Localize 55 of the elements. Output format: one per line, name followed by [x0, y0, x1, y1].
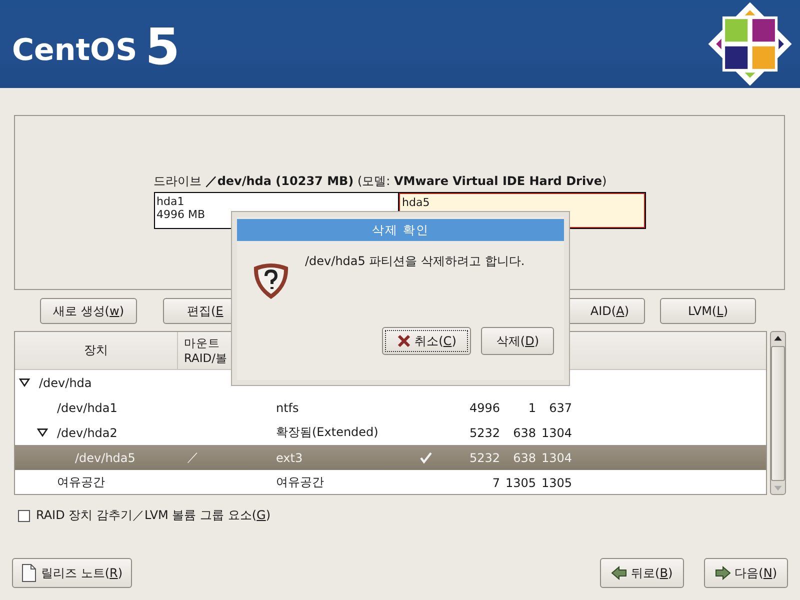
size-cell: 4996: [469, 400, 500, 414]
right-arrow-icon: [714, 566, 731, 580]
cross-icon: [396, 334, 411, 348]
table-row[interactable]: /dev/hda1 ntfs 4996 1 637: [15, 395, 766, 420]
release-notes-button[interactable]: 릴리즈 노트(R): [12, 558, 132, 588]
type-cell: 확장됨(Extended): [276, 424, 378, 441]
device-cell: /dev/hda: [39, 376, 92, 390]
expander-icon[interactable]: [37, 428, 48, 437]
end-cell: 1305: [541, 476, 572, 490]
checkbox-label[interactable]: RAID 장치 감추기／LVM 볼륨 그룹 요소(G): [36, 507, 271, 524]
delete-button[interactable]: 삭제(D): [481, 327, 554, 355]
table-row[interactable]: /dev/hda2 확장됨(Extended) 5232 638 1304: [15, 420, 766, 445]
device-cell: 여유공간: [57, 474, 105, 491]
emblem-icon: [708, 2, 792, 86]
action-button[interactable]: LVM(L): [660, 298, 756, 324]
start-cell: 638: [513, 450, 536, 464]
end-cell: 1304: [541, 426, 572, 440]
next-button[interactable]: 다음(N): [704, 558, 788, 588]
end-cell: 637: [549, 400, 572, 414]
end-cell: 1304: [541, 450, 572, 464]
size-cell: 5232: [469, 426, 500, 440]
logo-version: 5: [145, 22, 180, 72]
partition-name: hda1: [156, 195, 184, 208]
size-cell: 5232: [469, 450, 500, 464]
partition-size: 4996 MB: [156, 208, 206, 221]
size-cell: 7: [492, 476, 500, 490]
start-cell: 1: [528, 400, 536, 414]
logo-text: CentOS: [12, 36, 138, 66]
column-header[interactable]: 장치: [15, 332, 178, 369]
start-cell: 638: [513, 426, 536, 440]
scroll-thumb[interactable]: [771, 346, 785, 480]
expander-icon[interactable]: [19, 378, 30, 387]
scrollbar[interactable]: [770, 331, 786, 495]
question-icon: [251, 261, 291, 301]
dialog-title: 삭제 확인: [237, 219, 564, 241]
dialog-message: /dev/hda5 파티션을 삭제하려고 합니다.: [305, 253, 525, 270]
cancel-button[interactable]: 취소(C): [382, 327, 472, 355]
type-cell: ext3: [276, 450, 303, 464]
document-icon: [21, 563, 37, 583]
device-cell: /dev/hda5: [75, 450, 136, 464]
start-cell: 1305: [505, 476, 536, 490]
mount-cell: ／: [187, 449, 199, 466]
table-row[interactable]: 여유공간 여유공간 7 1305 1305: [15, 470, 766, 494]
partition-name: hda5: [402, 196, 430, 209]
left-arrow-icon: [611, 566, 628, 580]
drive-label: 드라이브 ／dev/hda (10237 MB) (모델: VMware Virtual IDE Hard Drive): [154, 173, 607, 190]
type-cell: 여유공간: [276, 474, 324, 491]
back-button[interactable]: 뒤로(B): [600, 558, 684, 588]
type-cell: ntfs: [276, 400, 299, 414]
device-cell: /dev/hda1: [57, 400, 118, 414]
device-cell: /dev/hda2: [57, 426, 118, 440]
action-button[interactable]: 새로 생성(w): [40, 298, 137, 324]
table-row[interactable]: /dev/hda: [15, 370, 766, 395]
scroll-up-icon[interactable]: [773, 334, 784, 344]
checkbox[interactable]: [18, 510, 30, 522]
